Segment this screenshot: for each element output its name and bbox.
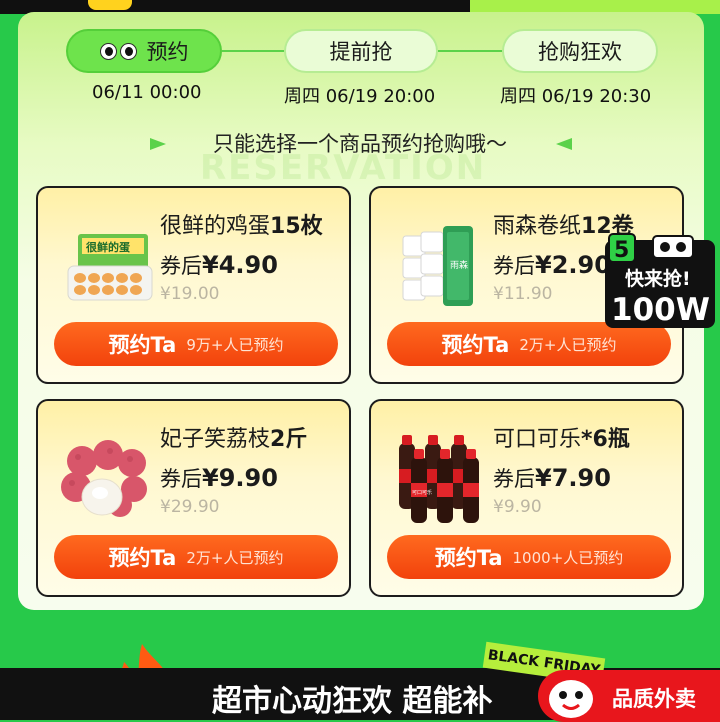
product-original-price: ¥19.00: [160, 284, 220, 304]
product-price: 券后¥7.90: [493, 464, 611, 492]
step-carnival[interactable]: 抢购狂欢: [502, 29, 658, 73]
product-price: 券后¥9.90: [160, 464, 278, 492]
product-card-cola[interactable]: 可口可乐 可口可乐*6瓶 券后¥7.90 ¥9.90 预约Ta 1000+人已预…: [369, 399, 684, 597]
reserve-button-label: 预约Ta: [441, 333, 510, 357]
product-title: 很鲜的鸡蛋15枚: [160, 214, 323, 239]
step-early-grab-time: 周四 06/19 20:00: [284, 86, 436, 107]
product-price: 券后¥2.90: [493, 251, 611, 279]
reserve-count: 1000+人已预约: [512, 548, 624, 567]
reserve-count: 2万+人已预约: [186, 548, 284, 567]
reserve-button[interactable]: 预约Ta 1000+人已预约: [387, 535, 671, 579]
reserve-button-label: 预约Ta: [108, 333, 177, 357]
step-connector-2: [438, 50, 502, 52]
product-price: 券后¥4.90: [160, 251, 278, 279]
cola-label: 可口可乐: [412, 489, 432, 496]
step-early-grab[interactable]: 提前抢: [284, 29, 438, 73]
hot-sale-badge[interactable]: 5 快来抢! 100W: [603, 230, 717, 330]
badge-main-text: 100W: [611, 292, 710, 328]
badge-top-text: 快来抢!: [625, 267, 691, 290]
tissue-brand: 雨森: [450, 259, 468, 271]
product-original-price: ¥9.90: [493, 497, 542, 517]
tissue-roll-image: 雨森: [402, 226, 473, 306]
badge-number: 5: [614, 238, 629, 263]
product-original-price: ¥11.90: [493, 284, 553, 304]
lychee-image: [61, 440, 147, 517]
reserve-button-label: 预约Ta: [108, 546, 177, 570]
reserve-button[interactable]: 预约Ta 9万+人已预约: [54, 322, 338, 366]
reserve-count: 9万+人已预约: [186, 335, 284, 354]
egg-box-image: 很鲜的蛋: [67, 234, 153, 301]
reserve-button-label: 预约Ta: [434, 546, 503, 570]
subtitle: 只能选择一个商品预约抢购哦～: [213, 132, 507, 156]
top-decoration: [88, 0, 132, 10]
step-reserve[interactable]: 预约: [66, 29, 222, 73]
quality-takeout-label: 品质外卖: [612, 687, 696, 711]
step-connector-1: [222, 50, 284, 52]
reserve-count: 2万+人已预约: [519, 335, 617, 354]
reserve-button[interactable]: 预约Ta 2万+人已预约: [54, 535, 338, 579]
step-early-grab-label: 提前抢: [329, 40, 393, 64]
product-original-price: ¥29.90: [160, 497, 220, 517]
product-card-eggs[interactable]: 很鲜的蛋 很鲜的鸡蛋15枚 券后¥4.90 ¥19.00 预约Ta 9万+人已预…: [36, 186, 351, 384]
step-reserve-time: 06/11 00:00: [92, 82, 202, 103]
product-title: 妃子笑荔枝2斤: [160, 427, 308, 452]
step-carnival-label: 抢购狂欢: [538, 40, 622, 64]
egg-box-brand: 很鲜的蛋: [85, 240, 131, 254]
step-reserve-label: 预约: [146, 40, 189, 64]
step-carnival-time: 周四 06/19 20:30: [500, 86, 652, 107]
mascot-icon: [549, 680, 593, 718]
product-card-lychee[interactable]: 妃子笑荔枝2斤 券后¥9.90 ¥29.90 预约Ta 2万+人已预约: [36, 399, 351, 597]
product-title: 可口可乐*6瓶: [493, 427, 630, 452]
sparkle-right-icon: [556, 138, 572, 150]
eyes-icon: [99, 42, 137, 60]
bottom-banner-text: 超市心动狂欢 超能补: [212, 684, 493, 719]
cola-bottles-image: 可口可乐: [399, 435, 479, 523]
